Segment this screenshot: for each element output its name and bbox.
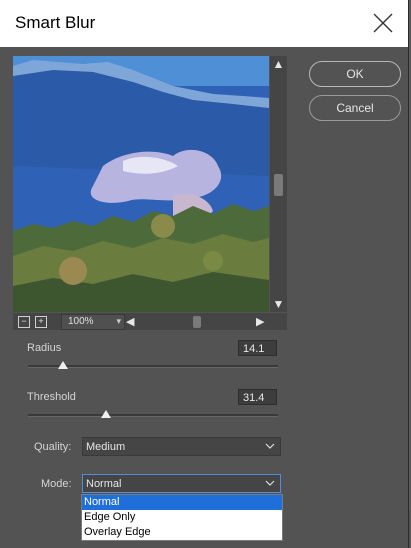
title-bar: Smart Blur bbox=[0, 0, 408, 47]
scroll-thumb[interactable] bbox=[274, 174, 283, 196]
mode-dropdown-list: Normal Edge Only Overlay Edge bbox=[81, 494, 283, 541]
zoom-in-icon[interactable]: + bbox=[35, 316, 47, 328]
scroll-left-icon[interactable]: ◀ bbox=[126, 315, 134, 328]
ok-button[interactable]: OK bbox=[309, 61, 401, 87]
mode-option-edge-only[interactable]: Edge Only bbox=[82, 510, 282, 525]
zoom-out-icon[interactable]: − bbox=[18, 316, 30, 328]
mode-option-normal[interactable]: Normal bbox=[82, 495, 282, 510]
zoom-value: 100% bbox=[68, 316, 94, 327]
cancel-button[interactable]: Cancel bbox=[309, 95, 401, 121]
quality-label: Quality: bbox=[34, 441, 72, 453]
chevron-down-icon bbox=[265, 480, 275, 486]
preview-zoom-bar: − + 100% ▾ ◀ ▶ bbox=[13, 313, 287, 330]
preview-image[interactable] bbox=[13, 56, 269, 312]
scroll-down-icon[interactable]: ▼ bbox=[270, 296, 287, 312]
threshold-label: Threshold bbox=[27, 391, 76, 403]
quality-select[interactable]: Medium bbox=[82, 437, 281, 456]
mode-select[interactable]: Normal bbox=[82, 474, 281, 493]
radius-label: Radius bbox=[27, 342, 62, 354]
chevron-down-icon bbox=[265, 443, 275, 449]
radius-input[interactable]: 14.1 bbox=[238, 340, 277, 356]
mode-label: Mode: bbox=[41, 478, 72, 490]
radius-slider-thumb[interactable] bbox=[58, 361, 68, 369]
scroll-up-icon[interactable]: ▲ bbox=[270, 56, 287, 72]
threshold-input[interactable]: 31.4 bbox=[238, 389, 277, 405]
close-icon[interactable] bbox=[371, 11, 395, 35]
smart-blur-dialog: Smart Blur ▲ ▼ − + 100% ▾ ◀ ▶ OK Cancel … bbox=[0, 0, 409, 548]
chevron-down-icon: ▾ bbox=[116, 316, 121, 326]
quality-value: Medium bbox=[86, 441, 126, 453]
horizontal-scroll-thumb[interactable] bbox=[193, 316, 201, 328]
mode-value: Normal bbox=[86, 478, 122, 490]
scroll-right-icon[interactable]: ▶ bbox=[256, 315, 264, 328]
threshold-slider-track[interactable] bbox=[28, 414, 278, 417]
threshold-slider-thumb[interactable] bbox=[100, 410, 111, 418]
zoom-select[interactable]: 100% ▾ bbox=[61, 314, 125, 330]
dialog-title: Smart Blur bbox=[15, 13, 96, 32]
mode-option-overlay-edge[interactable]: Overlay Edge bbox=[82, 525, 282, 540]
preview-vertical-scrollbar[interactable]: ▲ ▼ bbox=[270, 56, 287, 312]
